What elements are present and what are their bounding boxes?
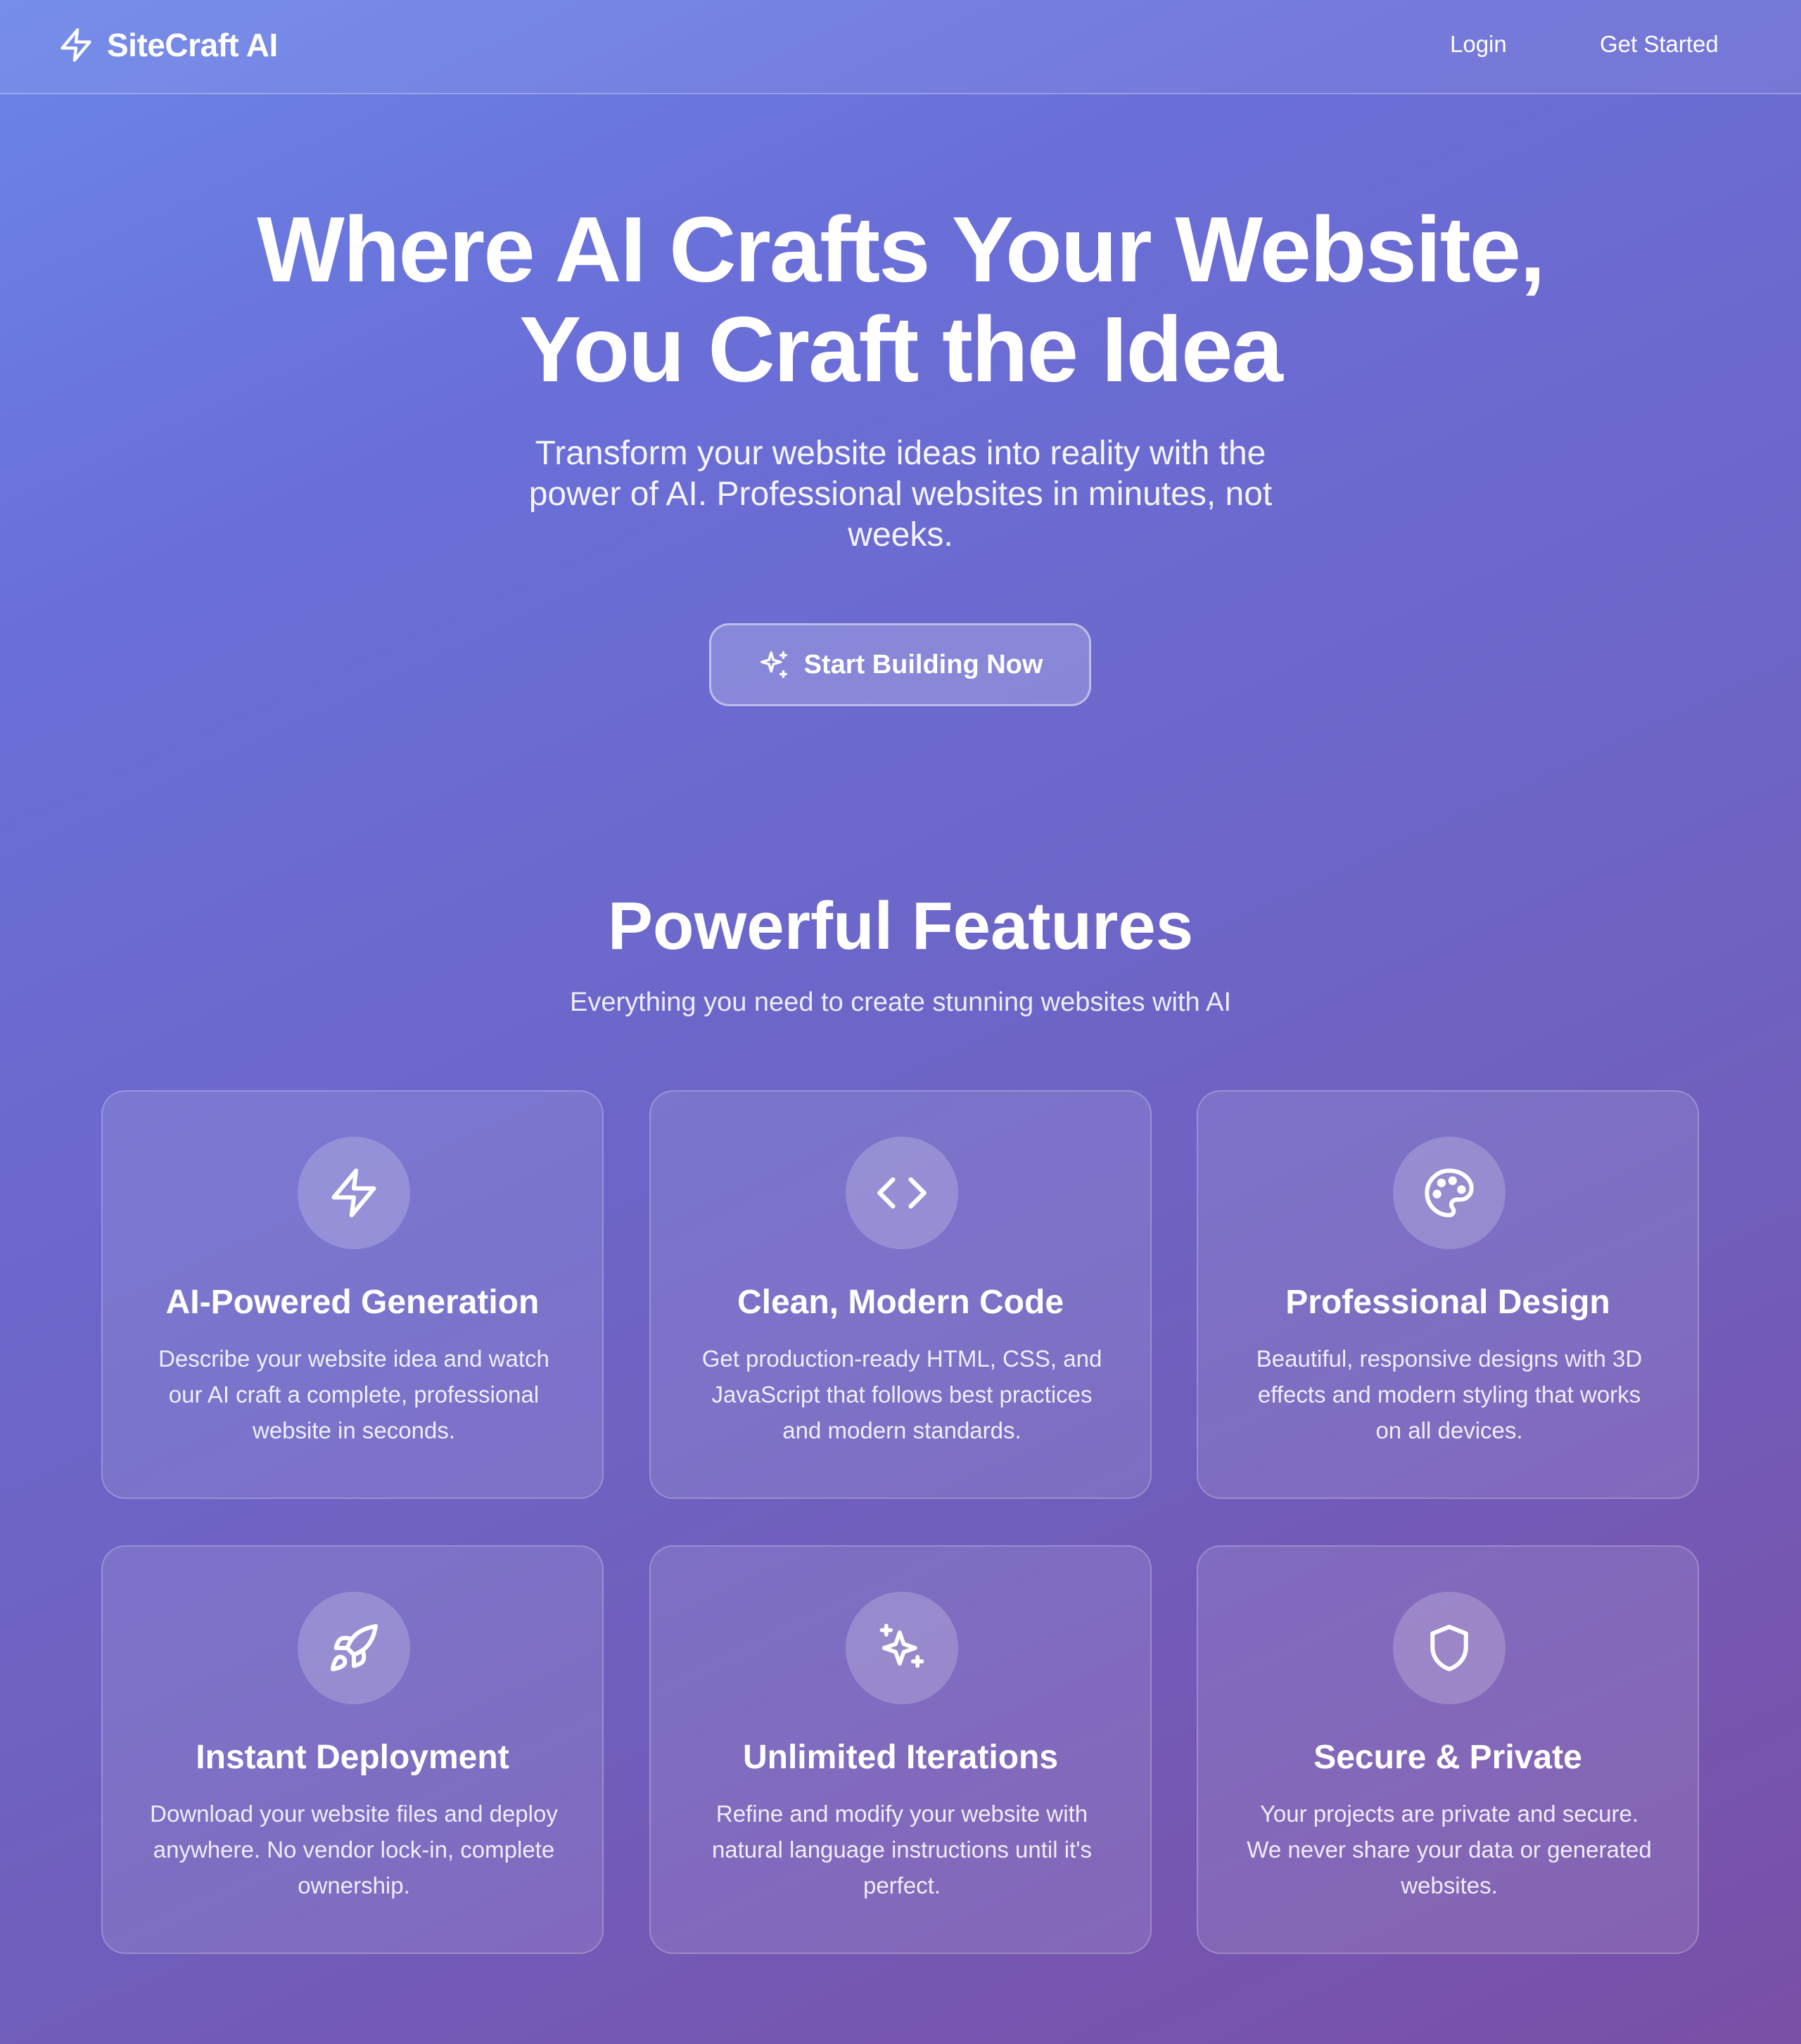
feature-title: AI-Powered Generation xyxy=(165,1284,540,1321)
feature-card-secure-private: Secure & Private Your projects are priva… xyxy=(1197,1545,1699,1954)
hero-title-line-1: Where AI Crafts Your Website, xyxy=(257,198,1546,301)
hero-title: Where AI Crafts Your Website, You Craft … xyxy=(0,200,1801,400)
get-started-link[interactable]: Get Started xyxy=(1600,31,1719,58)
feature-card-professional-design: Professional Design Beautiful, responsiv… xyxy=(1197,1090,1699,1499)
feature-card-unlimited-iterations: Unlimited Iterations Refine and modify y… xyxy=(649,1545,1152,1954)
feature-title: Clean, Modern Code xyxy=(737,1284,1064,1321)
feature-description: Download your website files and deploy a… xyxy=(150,1801,558,1898)
feature-description: Refine and modify your website with natu… xyxy=(711,1801,1093,1898)
feature-card-clean-modern-code: Clean, Modern Code Get production-ready … xyxy=(649,1090,1152,1499)
login-link[interactable]: Login xyxy=(1450,31,1507,58)
sparkles-icon xyxy=(846,1592,958,1704)
hero-subtitle: Transform your website ideas into realit… xyxy=(528,435,1273,554)
hero-title-line-2: You Craft the Idea xyxy=(519,298,1283,401)
feature-description: Your projects are private and secure. We… xyxy=(1247,1801,1652,1898)
brand-logo[interactable]: SiteCraft AI xyxy=(58,25,278,65)
sparkles-icon xyxy=(758,649,790,681)
feature-description: Get production-ready HTML, CSS, and Java… xyxy=(701,1346,1102,1443)
features-subtitle: Everything you need to create stunning w… xyxy=(570,988,1231,1017)
feature-description: Beautiful, responsive designs with 3D ef… xyxy=(1256,1346,1643,1443)
feature-title: Unlimited Iterations xyxy=(742,1739,1059,1776)
feature-card-instant-deployment: Instant Deployment Download your website… xyxy=(101,1545,604,1954)
feature-card-ai-powered-generation: AI-Powered Generation Describe your webs… xyxy=(101,1090,604,1499)
code-icon xyxy=(846,1137,958,1249)
start-building-label: Start Building Now xyxy=(803,649,1043,679)
brand-name: SiteCraft AI xyxy=(107,27,278,63)
feature-title: Secure & Private xyxy=(1313,1739,1582,1776)
start-building-button[interactable]: Start Building Now xyxy=(709,623,1091,706)
rocket-icon xyxy=(298,1592,410,1704)
shield-icon xyxy=(1393,1592,1506,1704)
feature-title: Professional Design xyxy=(1285,1284,1610,1321)
palette-icon xyxy=(1393,1137,1506,1249)
lightning-bolt-icon xyxy=(298,1137,410,1249)
feature-description: Describe your website idea and watch our… xyxy=(158,1346,549,1443)
features-title: Powerful Features xyxy=(607,888,1194,964)
feature-title: Instant Deployment xyxy=(196,1739,509,1776)
lightning-bolt-icon xyxy=(58,25,94,65)
site-header: SiteCraft AI Login Get Started xyxy=(0,0,1801,94)
